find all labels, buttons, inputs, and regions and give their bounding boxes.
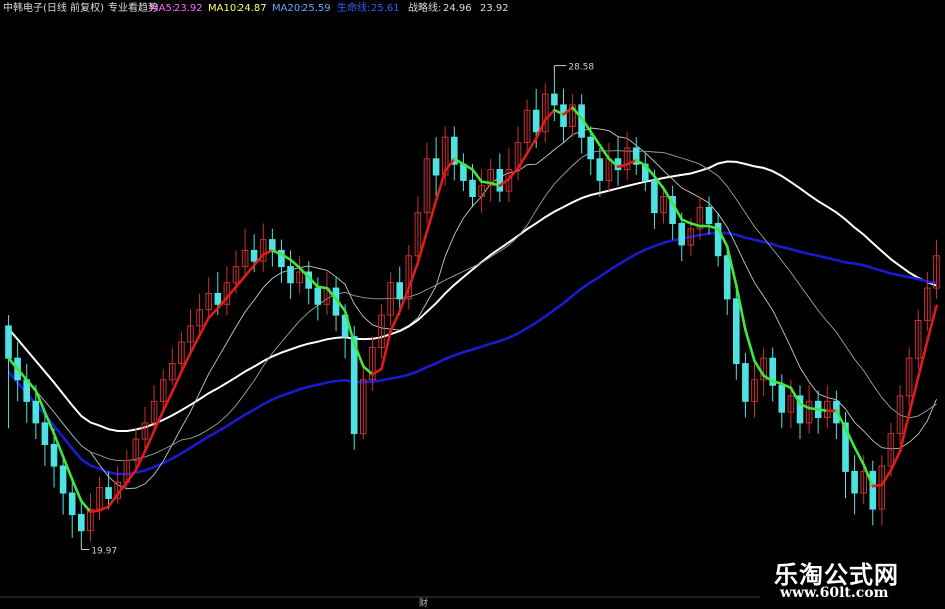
trend-segment-down: [316, 285, 329, 290]
candle-body: [105, 487, 112, 499]
candle-body: [496, 169, 504, 192]
watermark: 乐淘公式网 www.60lt.com: [760, 551, 945, 609]
ma10-value: 24.87: [238, 3, 267, 14]
ma20-value: 25.59: [302, 3, 331, 14]
candle-body: [587, 136, 595, 160]
candle-body: [869, 470, 877, 510]
trend-segment-up: [871, 483, 884, 488]
candle-body: [287, 266, 294, 284]
candle-body: [5, 325, 12, 359]
candle-body: [269, 239, 276, 251]
candle-body: [560, 104, 567, 128]
candle-body: [723, 255, 731, 300]
high-price-label: 28.58: [568, 63, 594, 73]
ma10-label: MA10:: [208, 3, 240, 14]
candle-body: [32, 400, 40, 424]
candle-body: [596, 158, 604, 181]
candle-body: [678, 222, 686, 246]
trend-segment-down: [480, 180, 493, 185]
low-price-label: 19.97: [91, 546, 117, 556]
candle-body: [50, 444, 58, 467]
candle-body: [742, 363, 749, 402]
candle-body: [250, 249, 258, 262]
stock-name: 中韩电子(日线 前复权): [3, 1, 104, 14]
candle-body: [733, 298, 740, 365]
extra-line-value: 25.61: [371, 3, 400, 14]
candle-body: [396, 282, 403, 300]
candle-body: [314, 287, 322, 305]
candle-body: [851, 470, 858, 494]
watermark-url: www.60lt.com: [780, 585, 889, 601]
extra-line-label: 生命线:: [337, 1, 370, 14]
candle-body: [78, 514, 85, 532]
ma5-label: MA5:: [150, 3, 175, 14]
candle-body: [68, 492, 76, 516]
candle-body: [41, 422, 49, 445]
candle-body: [651, 179, 658, 214]
ma5-value: 23.92: [174, 3, 203, 14]
candle-body: [59, 465, 67, 494]
zhanlue-label: 战略线:: [408, 1, 441, 14]
trend-segment-up: [89, 509, 101, 514]
zhanlue-value: 24.96: [443, 3, 472, 14]
last-value: 23.92: [480, 3, 509, 14]
candle-body: [778, 384, 786, 413]
candle-body: [551, 93, 558, 106]
ma20-label: MA20:: [272, 3, 304, 14]
candle-body: [469, 179, 476, 198]
kline-chart[interactable]: 28.58 19.97 中韩电子(日线 前复权) 专业看趋势 MA5: 23.92…: [0, 0, 945, 609]
candle-body: [214, 293, 222, 305]
chart-background: [0, 0, 945, 609]
indicator-header: 中韩电子(日线 前复权) 专业看趋势 MA5: 23.92 MA10: 24.8…: [3, 1, 509, 14]
candle-body: [432, 158, 440, 176]
trend-segment-down: [807, 406, 820, 411]
candle-body: [532, 109, 540, 133]
trend-segment-down: [816, 408, 829, 413]
footer-mark: 财: [419, 597, 428, 609]
candle-body: [705, 206, 713, 225]
